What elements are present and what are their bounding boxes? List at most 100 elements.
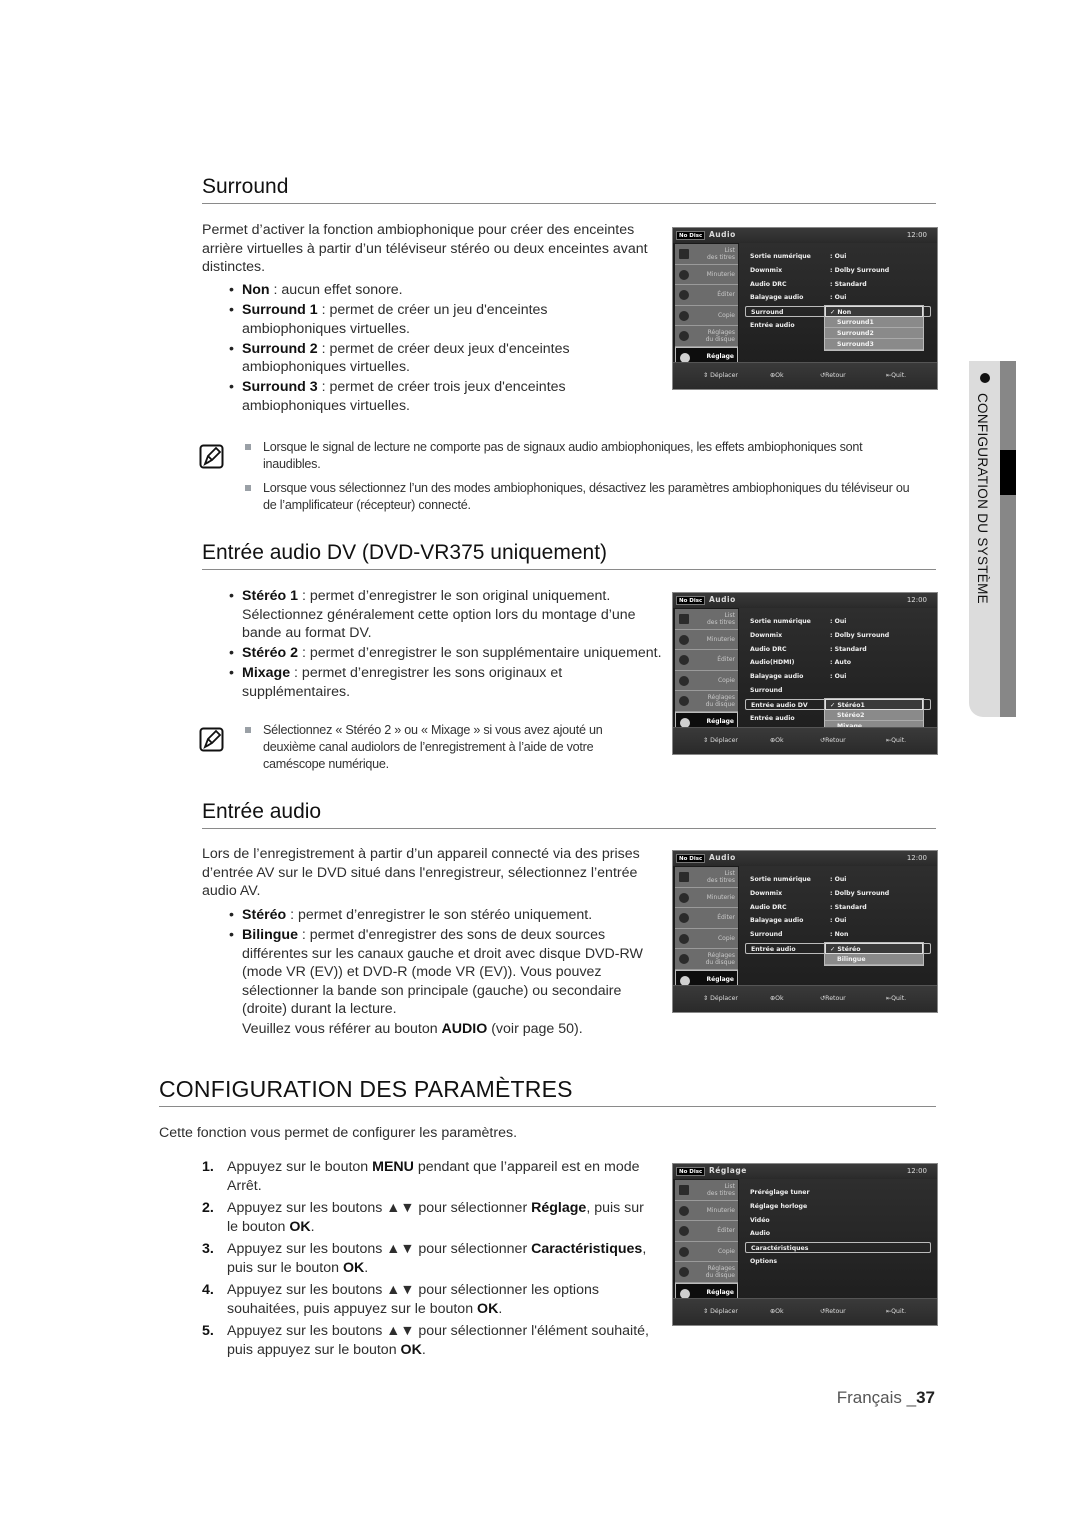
osd-menu-row[interactable]: Downmix: Dolby Surround [745, 888, 931, 899]
osd-menu-row[interactable]: Sortie numérique: Oui [745, 874, 931, 885]
osd-menu-row[interactable]: Sortie numérique: Oui [745, 616, 931, 627]
osd-menu-row[interactable]: Balayage audio: Oui [745, 915, 931, 926]
note-item: Lorsque le signal de lecture ne comporte… [243, 439, 923, 473]
step-keyword: Réglage [531, 1200, 587, 1216]
osd-tab-4[interactable]: Réglages du disque [675, 326, 738, 347]
osd-option[interactable]: ✓ Non [825, 306, 923, 318]
osd-footer: ⇕ Déplacer ⊕Ok ↺Retour ⇤Quit. [673, 727, 937, 754]
osd-row-label: Réglage horloge [750, 1202, 808, 1210]
chapter-label: CONFIGURATION DU SYSTÈME [975, 393, 990, 604]
osd-tab-0[interactable]: List des titres [675, 609, 738, 630]
osd-option[interactable]: Bilingue [825, 954, 923, 965]
scissors-icon [679, 913, 689, 923]
osd-row-value: : Dolby Surround [830, 266, 890, 274]
osd-option[interactable]: Surround1 [825, 317, 923, 329]
section-heading-audio-input: Entrée audio [202, 800, 322, 823]
osd-row-label: Balayage audio [750, 673, 804, 681]
osd-menu-row[interactable]: Audio DRC: Standard [745, 279, 931, 290]
section-heading-surround: Surround [202, 175, 289, 198]
chapter-side-tab: CONFIGURATION DU SYSTÈME [969, 361, 1016, 717]
osd-menu-row[interactable]: Audio [745, 1228, 931, 1239]
osd-tab-label: Réglages du disque [705, 1264, 735, 1279]
osd-menu-row[interactable]: Caractéristiques [745, 1242, 931, 1254]
osd-tab-label: Réglages du disque [705, 951, 735, 966]
osd-menu-row[interactable]: Balayage audio: Oui [745, 292, 931, 303]
osd-clock: 12:00 [906, 596, 927, 604]
osd-tab-3[interactable]: Copie [675, 928, 738, 949]
osd-row-label: Préréglage tuner [750, 1189, 810, 1196]
osd-tab-label: Réglages du disque [705, 693, 735, 708]
ref-text: Veuillez vous référer au bouton [242, 1021, 442, 1037]
osd-option[interactable]: ✓ Stéréo1 [825, 698, 923, 710]
osd-menu: Sortie numérique: Oui Downmix: Dolby Surr… [739, 866, 937, 986]
osd-menu-row[interactable]: Downmix: Dolby Surround [745, 630, 931, 641]
osd-row-label: Audio DRC [750, 280, 787, 288]
gear-icon [680, 975, 690, 986]
osd-tab-3[interactable]: Copie [675, 1241, 738, 1262]
osd-menu-row[interactable]: Réglage horloge [745, 1201, 931, 1212]
osd-tab-2[interactable]: Éditer [675, 650, 738, 671]
heading-rule [202, 828, 936, 829]
osd-hint-back: ↺Retour [820, 737, 846, 744]
osd-tab-0[interactable]: List des titres [675, 1180, 738, 1201]
osd-menu-row[interactable]: Options [745, 1256, 931, 1267]
osd-tab-1[interactable]: Minuterie [675, 629, 738, 650]
gear-icon [680, 717, 690, 728]
osd-menu-row[interactable]: Audio DRC: Standard [745, 902, 931, 913]
osd-tab-1[interactable]: Minuterie [675, 264, 738, 285]
osd-tab-4[interactable]: Réglages du disque [675, 691, 738, 712]
osd-option[interactable]: Surround3 [825, 339, 923, 351]
osd-tab-3[interactable]: Copie [675, 670, 738, 691]
bullet-item: Stéréo 2 : permet d’enregistrer le son s… [229, 644, 674, 663]
osd-tab-0[interactable]: List des titres [675, 867, 738, 888]
clock-icon [679, 634, 689, 645]
osd-clock: 12:00 [906, 854, 927, 862]
osd-tab-label: List des titres [706, 1182, 735, 1197]
osd-tab-2[interactable]: Éditer [675, 285, 738, 306]
osd-menu-row[interactable]: Préréglage tuner [745, 1187, 931, 1198]
bullet-term: Bilingue [242, 927, 298, 943]
osd-row-label: Balayage audio [750, 917, 804, 925]
osd-tab-3[interactable]: Copie [675, 305, 738, 326]
bullet-term: Surround 1 [242, 302, 318, 318]
osd-menu-row[interactable]: Audio DRC: Standard [745, 644, 931, 655]
osd-tab-label: Copie [717, 934, 735, 942]
osd-tab-2[interactable]: Éditer [675, 1221, 738, 1242]
osd-menu-row[interactable]: Vidéo [745, 1215, 931, 1226]
osd-tab-2[interactable]: Éditer [675, 908, 738, 929]
osd-tab-0[interactable]: List des titres [675, 244, 738, 265]
osd-option[interactable]: Stéréo2 [825, 710, 923, 721]
osd-sidebar: List des titres Minuterie Éditer Copie Régla… [675, 1180, 738, 1303]
osd-menu-row[interactable]: Sortie numérique: Oui [745, 251, 931, 262]
film-icon [679, 614, 689, 624]
step-text: Appuyez sur les boutons ▲▼ pour sélectio… [227, 1323, 649, 1358]
scissors-icon [679, 655, 689, 665]
osd-menu-row[interactable]: Balayage audio : Oui [745, 671, 931, 682]
osd-row-value: : Oui [830, 673, 847, 681]
osd-tab-4[interactable]: Réglages du disque [675, 1262, 738, 1283]
osd-menu-row[interactable]: Downmix: Dolby Surround [745, 265, 931, 276]
osd-tab-4[interactable]: Réglages du disque [675, 949, 738, 970]
osd-option-popup: ✓ Non Surround1 Surround2 Surround3 [824, 305, 924, 352]
osd-menu-row[interactable]: Surround: Non [745, 929, 931, 940]
osd-hint-quit: ⇤Quit. [886, 1308, 907, 1315]
clock-icon [679, 892, 689, 903]
osd-footer: ⇕ Déplacer ⊕Ok ↺Retour ⇤Quit. [673, 985, 937, 1012]
osd-hint-quit: ⇤Quit. [886, 737, 907, 744]
heading-rule [202, 203, 936, 204]
ref-term: AUDIO [441, 1021, 488, 1037]
osd-row-label: Surround [750, 931, 783, 939]
osd-tab-1[interactable]: Minuterie [675, 887, 738, 908]
osd-hint-move: ⇕ Déplacer [703, 737, 738, 744]
osd-menu-row[interactable]: Surround [745, 685, 931, 696]
osd-tab-label: Éditer [717, 914, 735, 922]
osd-tab-1[interactable]: Minuterie [675, 1200, 738, 1221]
osd-menu-row[interactable]: Audio(HDMI): Auto [745, 657, 931, 668]
osd-row-label: Vidéo [750, 1216, 770, 1224]
bullet-text: : permet d’enregistrer le son original u… [242, 588, 636, 641]
osd-row-label: Sortie numérique [750, 618, 811, 625]
osd-option[interactable]: Surround2 [825, 328, 923, 340]
osd-option[interactable]: ✓ Stéréo [825, 943, 923, 954]
osd-row-label: Audio DRC [750, 903, 787, 911]
osd-clock: 12:00 [906, 1167, 927, 1175]
